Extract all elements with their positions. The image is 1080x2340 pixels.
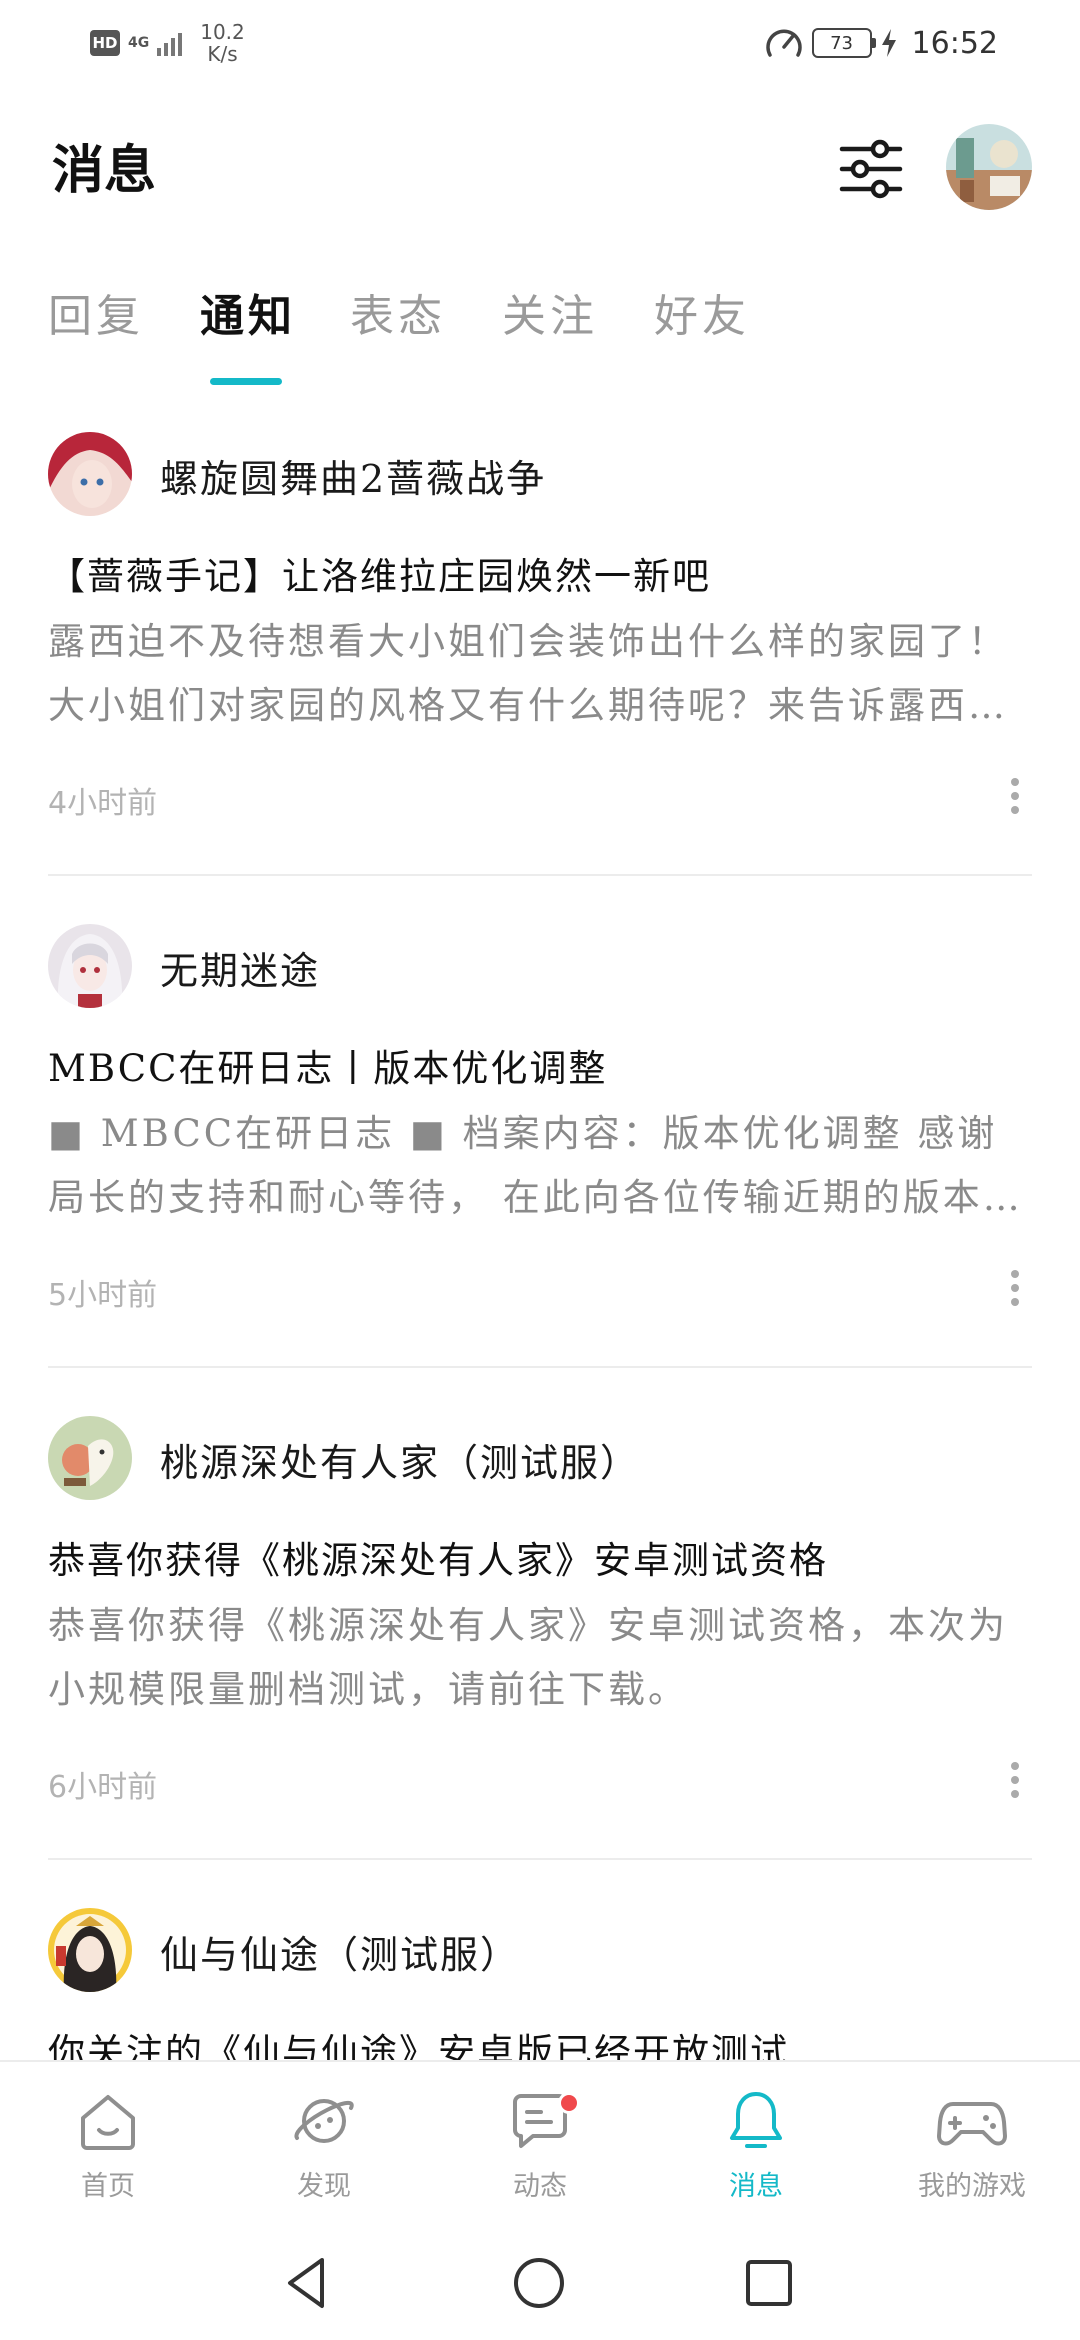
net-speed: 10.2 K/s xyxy=(200,21,245,65)
notification-list: 螺旋圆舞曲2蔷薇战争 【蔷薇手记】让洛维拉庄园焕然一新吧 露西迫不及待想看大小姐… xyxy=(0,420,1080,2060)
nav-my-games[interactable]: 我的游戏 xyxy=(892,2088,1052,2218)
card-body: 恭喜你获得《桃源深处有人家》安卓测试资格，本次为小规模限量删档测试，请前往下载。 xyxy=(48,1604,1008,1711)
filter-button[interactable] xyxy=(836,134,906,204)
clock: 16:52 xyxy=(911,25,998,61)
tab-reaction[interactable]: 表态 xyxy=(350,280,446,344)
charging-icon xyxy=(881,29,896,57)
card-source: 无期迷途 xyxy=(160,949,321,993)
card-body: ■ MBCC在研日志 ■ 档案内容：版本优化调整 感谢局长的支持和耐心等待， 在… xyxy=(48,1112,1023,1219)
divider xyxy=(48,1858,1032,1860)
card-time: 5小时前 xyxy=(48,1278,158,1313)
user-avatar[interactable] xyxy=(946,124,1032,210)
nav-label: 首页 xyxy=(81,2171,135,2202)
back-triangle-icon xyxy=(288,2258,324,2308)
divider xyxy=(48,874,1032,876)
tab-bar: 回复 通知 表态 关注 好友 xyxy=(0,280,1080,390)
sliders-icon xyxy=(839,139,903,199)
divider xyxy=(48,1366,1032,1368)
card-body: 露西迫不及待想看大小姐们会装饰出什么样的家园了！大小姐们对家园的风格又有什么期待… xyxy=(48,620,1008,727)
battery-level: 73 xyxy=(830,32,853,54)
more-options-icon[interactable] xyxy=(1000,1266,1030,1310)
home-icon xyxy=(81,2095,135,2150)
home-circle-icon xyxy=(514,2258,564,2308)
gamepad-icon xyxy=(937,2102,1007,2146)
signal-icon xyxy=(157,30,183,56)
card-title: 你关注的《仙与仙途》安卓版已经开放测试 xyxy=(48,2031,789,2060)
game-avatar[interactable] xyxy=(48,1908,132,1992)
battery-icon: 73 xyxy=(811,28,876,58)
game-avatar[interactable] xyxy=(48,1416,132,1500)
more-options-icon[interactable] xyxy=(1000,774,1030,818)
nav-label: 消息 xyxy=(729,2171,783,2202)
game-avatar[interactable] xyxy=(48,924,132,1008)
hd-badge: HD xyxy=(90,30,120,56)
status-left: HD 4G 10.2 K/s xyxy=(90,18,245,68)
card-time: 6小时前 xyxy=(48,1770,158,1805)
nav-messages[interactable]: 消息 xyxy=(676,2088,836,2218)
net-speed-value: 10.2 xyxy=(200,20,245,44)
nav-label: 动态 xyxy=(513,2171,567,2202)
speedometer-icon xyxy=(765,29,802,57)
card-source: 螺旋圆舞曲2蔷薇战争 xyxy=(160,457,547,501)
nav-discover[interactable]: 发现 xyxy=(244,2088,404,2218)
tab-friends[interactable]: 好友 xyxy=(654,280,750,344)
recents-square-icon xyxy=(746,2260,792,2306)
card-title: 【蔷薇手记】让洛维拉庄园焕然一新吧 xyxy=(48,555,711,598)
network-type: 4G xyxy=(128,35,150,51)
nav-feed[interactable]: 动态 xyxy=(460,2088,620,2218)
game-avatar[interactable] xyxy=(48,432,132,516)
bottom-navigation: 首页 发现 动态 消息 我的游戏 xyxy=(0,2060,1080,2224)
card-source: 仙与仙途（测试服） xyxy=(160,1933,521,1977)
card-time: 4小时前 xyxy=(48,786,158,821)
more-options-icon[interactable] xyxy=(1000,1758,1030,1802)
status-bar: HD 4G 10.2 K/s 73 16:52 xyxy=(0,0,1080,84)
home-button[interactable] xyxy=(506,2250,572,2316)
bell-icon xyxy=(730,2092,782,2148)
tab-reply[interactable]: 回复 xyxy=(48,280,144,344)
recents-button[interactable] xyxy=(736,2250,802,2316)
net-speed-unit: K/s xyxy=(207,42,238,66)
nav-home[interactable]: 首页 xyxy=(28,2088,188,2218)
tab-follow[interactable]: 关注 xyxy=(502,280,598,344)
unread-badge xyxy=(558,2092,580,2114)
header: 消息 xyxy=(0,110,1080,230)
tab-notice[interactable]: 通知 xyxy=(200,280,296,344)
back-button[interactable] xyxy=(274,2250,340,2316)
card-title: MBCC在研日志丨版本优化调整 xyxy=(48,1047,608,1090)
status-right: 73 16:52 xyxy=(764,20,998,66)
nav-label: 我的游戏 xyxy=(918,2171,1026,2202)
card-source: 桃源深处有人家（测试服） xyxy=(160,1441,641,1485)
planet-icon xyxy=(294,2099,354,2143)
page-title: 消息 xyxy=(52,140,157,201)
nav-label: 发现 xyxy=(297,2171,351,2202)
card-title: 恭喜你获得《桃源深处有人家》安卓测试资格 xyxy=(48,1539,828,1582)
system-navigation-bar xyxy=(0,2226,1080,2340)
tab-indicator xyxy=(210,378,282,385)
